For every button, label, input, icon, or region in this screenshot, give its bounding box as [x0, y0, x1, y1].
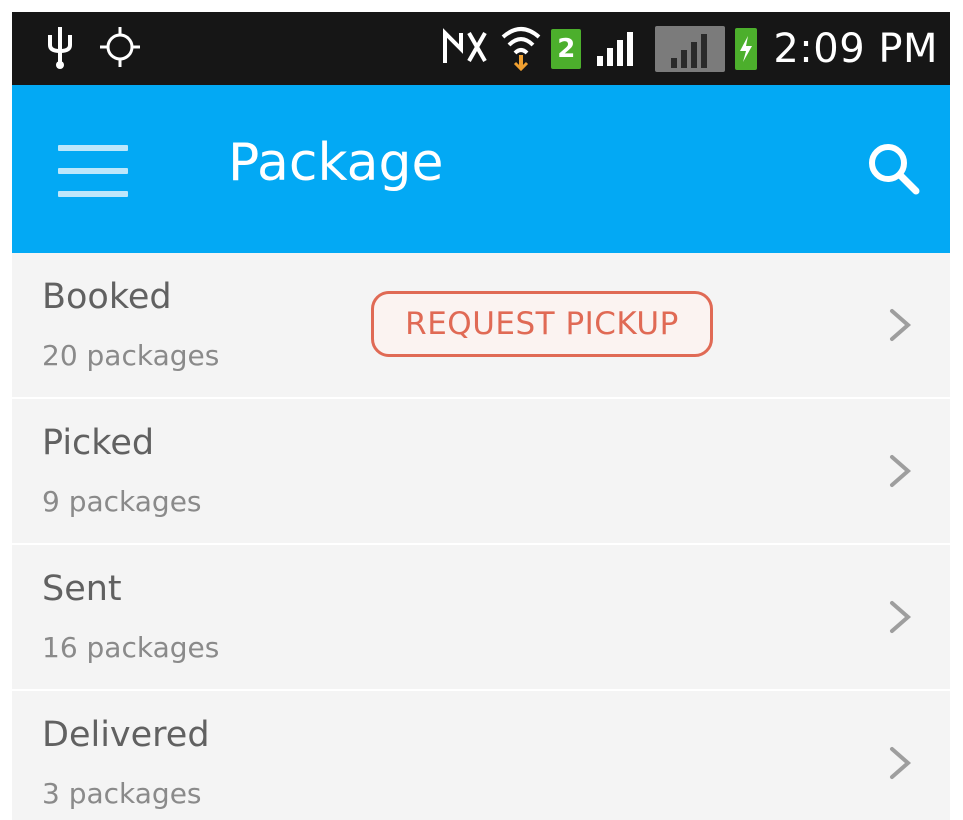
- list-item-title: Picked: [42, 423, 155, 463]
- list-item-count: 3 packages: [42, 777, 202, 810]
- list-item-title: Booked: [42, 277, 172, 317]
- list-item-booked[interactable]: Booked 20 packages REQUEST PICKUP: [12, 253, 950, 399]
- list-item-count: 9 packages: [42, 485, 202, 518]
- chevron-right-icon: [890, 747, 912, 779]
- app-bar: Package: [12, 85, 950, 253]
- status-time: 2:09 PM: [773, 25, 938, 72]
- list-item-sent[interactable]: Sent 16 packages: [12, 545, 950, 691]
- menu-icon: [58, 145, 128, 151]
- menu-button[interactable]: [58, 145, 128, 197]
- wifi-icon: [501, 23, 541, 75]
- mute-icon: [441, 27, 491, 71]
- page-title: Package: [228, 133, 444, 193]
- gps-icon: [98, 25, 142, 73]
- signal-icon: [591, 26, 645, 72]
- chevron-right-icon: [890, 309, 912, 341]
- list-item-title: Sent: [42, 569, 122, 609]
- search-button[interactable]: [862, 137, 926, 201]
- sim-slot-badge: 2: [551, 28, 582, 69]
- search-icon: [869, 144, 920, 195]
- package-status-list: Booked 20 packages REQUEST PICKUP Picked…: [12, 253, 950, 820]
- chevron-right-icon: [890, 601, 912, 633]
- usb-icon: [46, 25, 74, 73]
- status-bar: 2 2:09 PM: [12, 12, 950, 85]
- list-item-count: 20 packages: [42, 339, 220, 372]
- list-item-picked[interactable]: Picked 9 packages: [12, 399, 950, 545]
- battery-charging-icon: [735, 27, 758, 70]
- list-item-delivered[interactable]: Delivered 3 packages: [12, 691, 950, 820]
- chevron-right-icon: [890, 455, 912, 487]
- signal-icon-secondary: [655, 25, 726, 72]
- app-screen: 2 2:09 PM Package Booked 20 packages REQ…: [12, 12, 950, 820]
- list-item-count: 16 packages: [42, 631, 220, 664]
- request-pickup-button[interactable]: REQUEST PICKUP: [371, 291, 713, 357]
- list-item-title: Delivered: [42, 715, 210, 755]
